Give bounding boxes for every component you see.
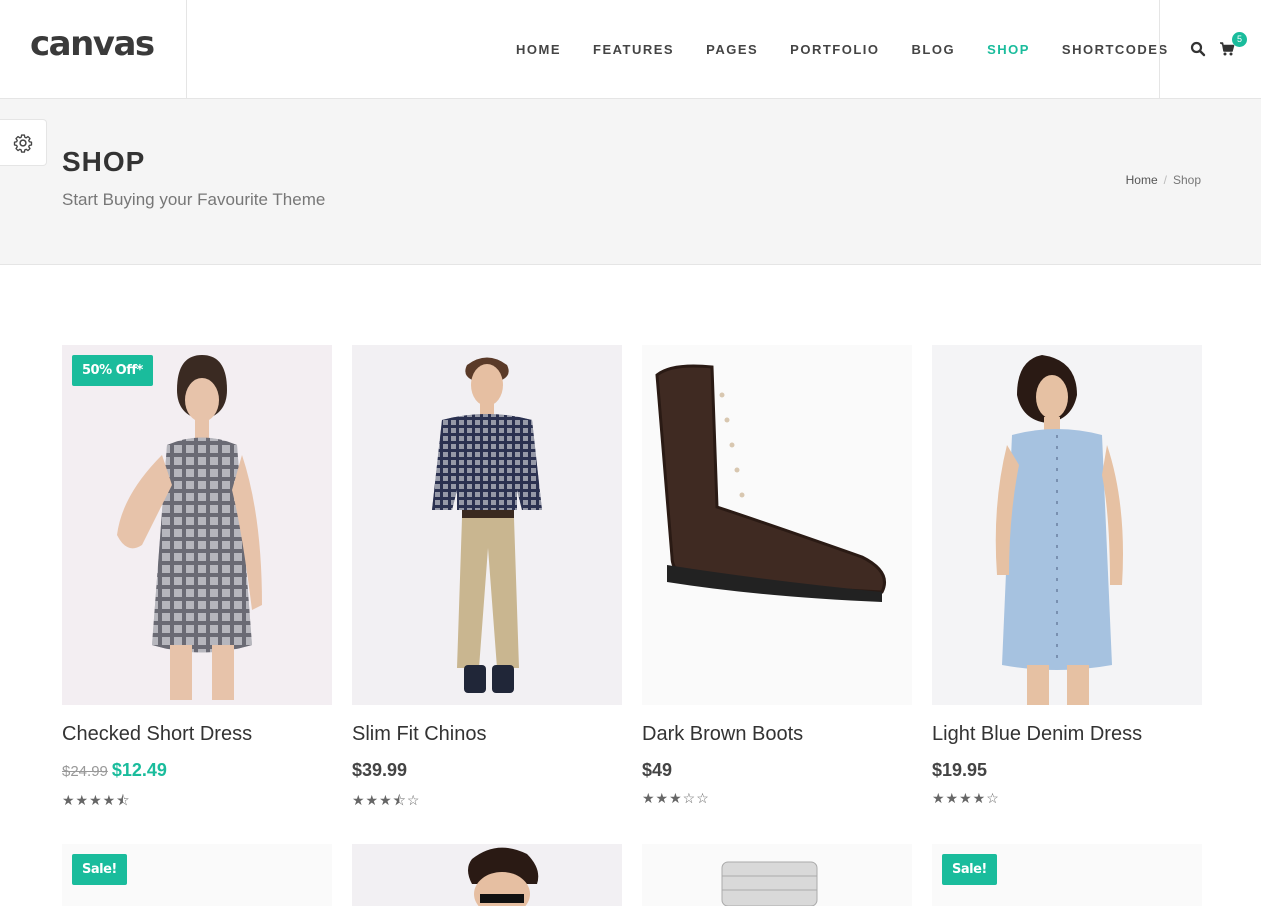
- logo-container[interactable]: canvas: [0, 0, 187, 99]
- product-image[interactable]: [352, 844, 622, 906]
- product-image[interactable]: 50% Off*: [62, 345, 332, 705]
- product-title[interactable]: Dark Brown Boots: [642, 723, 803, 746]
- product-image[interactable]: [352, 345, 622, 705]
- product-price: $19.95: [932, 760, 988, 780]
- settings-toggle-button[interactable]: [0, 119, 47, 166]
- cart-count-badge: 5: [1232, 32, 1247, 47]
- old-price: $24.99: [62, 763, 108, 780]
- breadcrumb-home[interactable]: Home: [1126, 173, 1158, 187]
- product-card[interactable]: [642, 844, 912, 906]
- product-title[interactable]: Checked Short Dress: [62, 723, 252, 746]
- breadcrumb-current: Shop: [1172, 173, 1201, 187]
- page-title: SHOP: [62, 146, 146, 177]
- nav-home[interactable]: HOME: [500, 42, 577, 57]
- product-card[interactable]: Dark Brown Boots $49 ★★★☆☆: [642, 345, 912, 806]
- product-image[interactable]: Sale!: [62, 844, 332, 906]
- product-card[interactable]: Sale!: [932, 844, 1202, 906]
- search-icon[interactable]: [1190, 41, 1206, 57]
- product-price: $49: [642, 760, 673, 780]
- gear-icon: [13, 133, 33, 153]
- boot-image: [655, 364, 886, 602]
- page-subtitle: Start Buying your Favourite Theme: [62, 190, 326, 209]
- product-image[interactable]: [932, 345, 1202, 705]
- rating-stars-icon: ★★★★☆: [932, 790, 1000, 806]
- product-card[interactable]: Sale!: [62, 844, 332, 906]
- discount-badge: 50% Off*: [72, 355, 153, 386]
- watch-image: [721, 861, 818, 906]
- nav-features[interactable]: FEATURES: [577, 42, 690, 57]
- product-card[interactable]: 50% Off* Checked Short Dress $24.99 $12.4…: [62, 345, 332, 808]
- chinos-man-image: [432, 357, 542, 693]
- page-title-section: SHOP Start Buying your Favourite Theme H…: [0, 99, 1261, 265]
- nav-pages[interactable]: PAGES: [690, 42, 774, 57]
- header-tools: 5: [1159, 0, 1261, 99]
- product-price: $39.99: [352, 760, 408, 780]
- primary-nav: HOME FEATURES PAGES PORTFOLIO BLOG SHOP …: [500, 0, 1185, 99]
- sale-badge: Sale!: [72, 854, 127, 885]
- denim-dress-woman-image: [995, 355, 1123, 705]
- product-card[interactable]: Slim Fit Chinos $39.99 ★★★⯪☆: [352, 345, 622, 808]
- man-sunglasses-image: [468, 847, 539, 906]
- rating-stars-icon: ★★★☆☆: [642, 790, 710, 806]
- product-image[interactable]: [642, 844, 912, 906]
- product-price: $24.99 $12.49: [62, 760, 167, 781]
- sale-badge: Sale!: [942, 854, 997, 885]
- product-image[interactable]: Sale!: [932, 844, 1202, 906]
- product-image[interactable]: [642, 345, 912, 705]
- rating-stars-icon: ★★★⯪☆: [352, 792, 421, 808]
- product-card[interactable]: Light Blue Denim Dress $19.95 ★★★★☆: [932, 345, 1202, 806]
- nav-portfolio[interactable]: PORTFOLIO: [774, 42, 895, 57]
- product-card[interactable]: [352, 844, 622, 906]
- sale-price: $12.49: [111, 760, 167, 780]
- site-header: canvas HOME FEATURES PAGES PORTFOLIO BLO…: [0, 0, 1261, 99]
- breadcrumb: Home / Shop: [1126, 173, 1201, 187]
- nav-blog[interactable]: BLOG: [896, 42, 972, 57]
- product-title[interactable]: Light Blue Denim Dress: [932, 723, 1142, 746]
- breadcrumb-separator: /: [1163, 173, 1167, 187]
- product-title[interactable]: Slim Fit Chinos: [352, 723, 486, 746]
- nav-shop[interactable]: SHOP: [971, 42, 1046, 57]
- site-logo[interactable]: canvas: [30, 24, 155, 64]
- rating-stars-icon: ★★★★⯪: [62, 792, 131, 808]
- dress-woman-image: [117, 355, 262, 700]
